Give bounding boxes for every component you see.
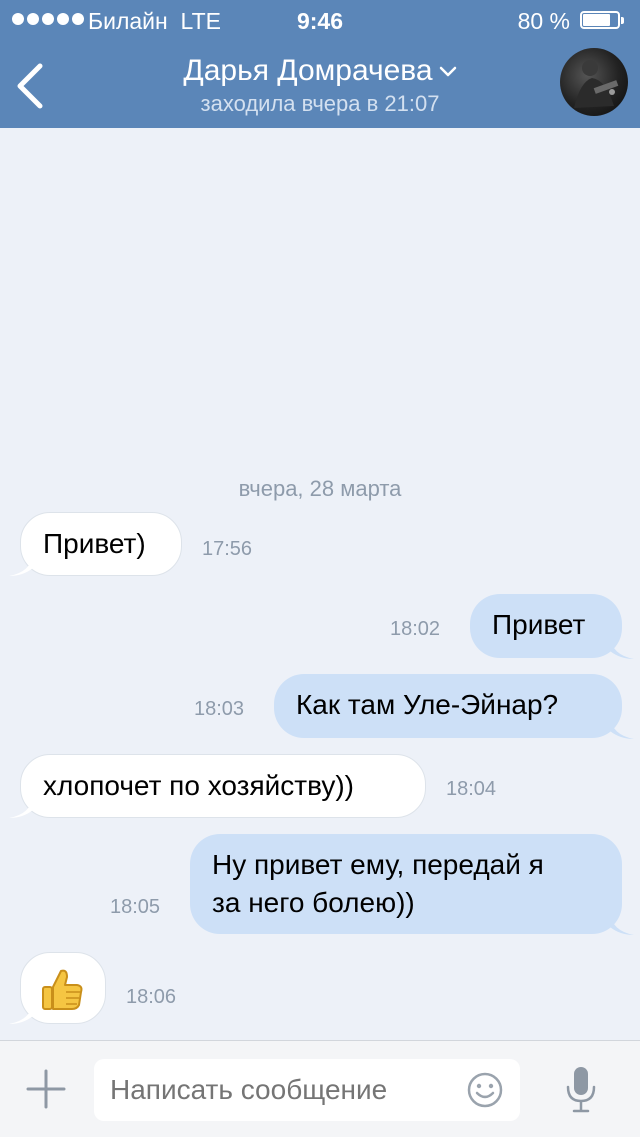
emoji-button[interactable]: [466, 1071, 504, 1109]
message-time: 17:56: [202, 538, 253, 560]
last-seen-status: заходила вчера в 21:07: [200, 91, 440, 116]
message-text: Как там Уле-Эйнар?: [296, 689, 559, 720]
battery-percent: 80 %: [517, 8, 570, 34]
thumbs-up-icon: [42, 969, 83, 1010]
message-text-line: Ну привет ему, передай я: [212, 849, 544, 880]
message-time: 18:04: [446, 778, 497, 800]
message-time: 18:05: [110, 896, 161, 918]
smiley-icon: [467, 1072, 503, 1108]
top-bar: Билайн LTE 9:46 80 % Дарья Домрачева зах…: [0, 0, 640, 128]
message-text-line: за него болею)): [212, 887, 415, 918]
microphone-icon: [566, 1067, 596, 1113]
message-composer: [0, 1040, 640, 1137]
message-bubble-outgoing[interactable]: Привет: [470, 594, 634, 659]
message-time: 18:06: [126, 986, 177, 1008]
message-bubble-outgoing[interactable]: Как там Уле-Эйнар?: [274, 674, 634, 739]
plus-icon: [26, 1069, 66, 1109]
status-bar: Билайн LTE 9:46 80 %: [0, 0, 640, 40]
message-text: хлопочет по хозяйству)): [43, 770, 355, 801]
message-text: Привет): [43, 528, 146, 559]
attach-button[interactable]: [26, 1069, 66, 1109]
message-time: 18:02: [390, 618, 441, 640]
date-separator: вчера, 28 марта: [238, 476, 402, 501]
chevron-down-icon: [439, 66, 456, 77]
message-text: Привет: [492, 609, 586, 640]
message-bubble-incoming[interactable]: хлопочет по хозяйству)): [9, 754, 426, 818]
message-time: 18:03: [194, 698, 245, 720]
voice-message-button[interactable]: [564, 1065, 598, 1115]
avatar[interactable]: [560, 48, 628, 116]
message-bubble-incoming[interactable]: 👍: [9, 952, 106, 1024]
back-button[interactable]: [12, 58, 52, 114]
battery-icon: [580, 11, 626, 31]
message-bubble-outgoing[interactable]: Ну привет ему, передай я за него болею)): [190, 834, 634, 935]
contact-name: Дарья Домрачева: [183, 54, 433, 87]
message-bubble-incoming[interactable]: Привет): [9, 512, 182, 576]
back-arrow-icon: [17, 63, 43, 109]
conversation-title[interactable]: Дарья Домрачева заходила вчера в 21:07: [100, 52, 540, 118]
message-input[interactable]: [94, 1059, 520, 1121]
